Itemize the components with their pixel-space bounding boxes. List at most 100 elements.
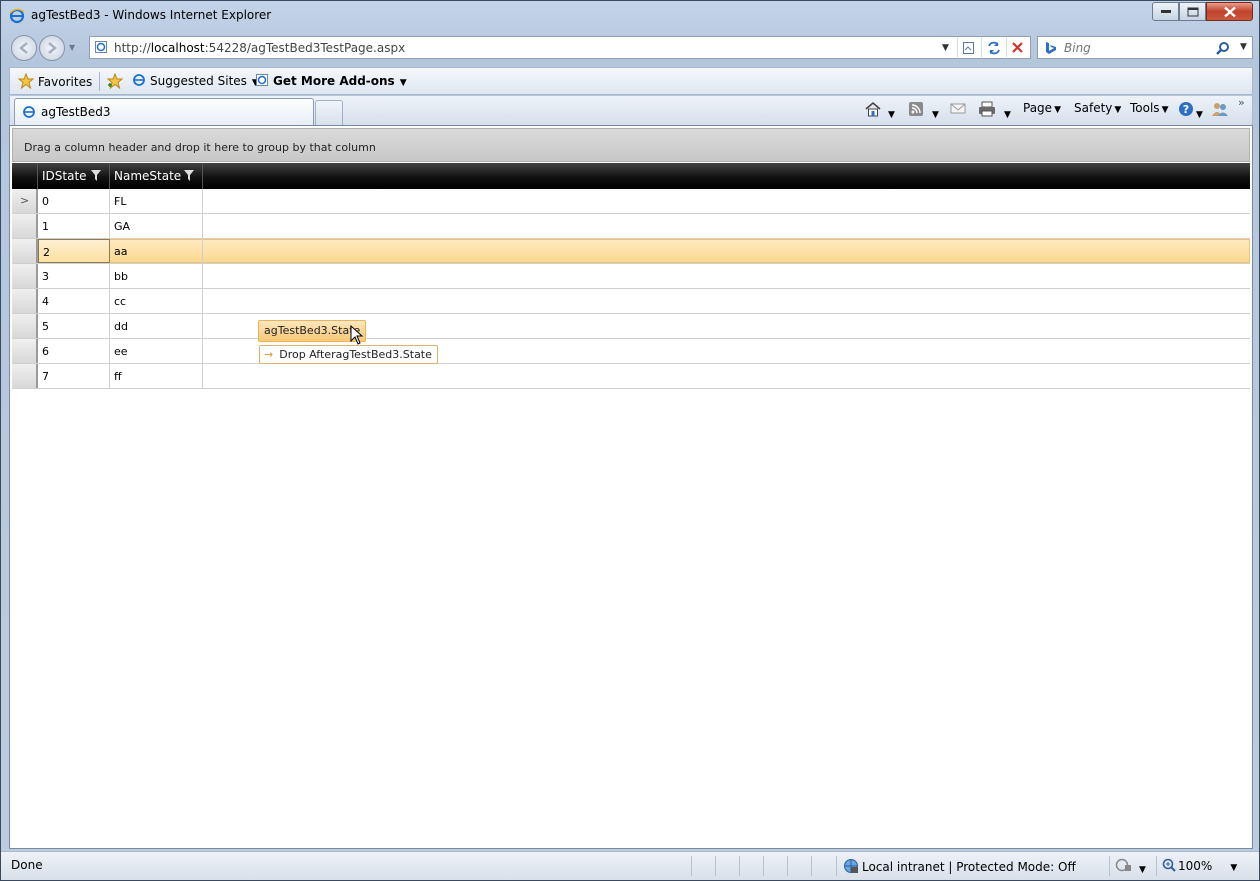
cell-namestate[interactable]: aa — [110, 239, 203, 263]
cell-text: 0 — [42, 195, 49, 208]
url-text[interactable]: http://localhost:54228/agTestBed3TestPag… — [114, 41, 405, 55]
forward-button[interactable] — [39, 35, 65, 61]
cell-namestate[interactable]: ee — [110, 339, 203, 363]
zoom-button[interactable]: 100% ▼ — [1162, 858, 1237, 875]
cell-idstate[interactable]: 5 — [38, 314, 110, 338]
row-indicator[interactable] — [12, 264, 38, 288]
cell-idstate[interactable]: 6 — [38, 339, 110, 363]
cell-namestate[interactable]: dd — [110, 314, 203, 338]
suggested-sites-button[interactable]: Suggested Sites ▼ — [132, 73, 259, 90]
read-mail-button[interactable] — [950, 101, 966, 118]
people-icon — [1211, 103, 1229, 120]
separator — [763, 856, 764, 876]
home-button[interactable]: ▼ — [864, 101, 895, 120]
cell-idstate[interactable]: 4 — [38, 289, 110, 313]
filter-icon[interactable] — [91, 170, 101, 184]
separator — [739, 856, 740, 876]
separator — [1156, 856, 1157, 876]
url-path: :54228/agTestBed3TestPage.aspx — [204, 41, 406, 55]
table-row[interactable]: 7 ff — [12, 364, 1250, 389]
search-icon[interactable] — [1216, 41, 1230, 58]
column-header-idstate[interactable]: IDState — [38, 163, 110, 189]
minimize-button[interactable] — [1152, 2, 1179, 21]
page-content: Drag a column header and drop it here to… — [9, 125, 1253, 849]
filter-icon[interactable] — [184, 170, 194, 184]
forward-arrow-icon — [48, 42, 57, 54]
tools-menu-button[interactable]: Tools ▼ — [1130, 101, 1168, 115]
close-window-button[interactable] — [1206, 2, 1253, 21]
maximize-button[interactable] — [1179, 2, 1206, 21]
cell-namestate[interactable]: bb — [110, 264, 203, 288]
get-more-addons-button[interactable]: Get More Add-ons ▼ — [255, 73, 407, 90]
row-indicator[interactable] — [12, 289, 38, 313]
group-panel-hint: Drag a column header and drop it here to… — [24, 141, 376, 154]
get-more-addons-label: Get More Add-ons — [273, 74, 395, 88]
security-zone[interactable]: Local intranet | Protected Mode: Off — [843, 858, 1076, 877]
cell-text: 2 — [43, 246, 50, 259]
row-indicator[interactable]: > — [12, 189, 38, 213]
print-button[interactable]: ▼ — [978, 101, 1011, 120]
back-arrow-icon — [19, 42, 28, 54]
cell-idstate[interactable]: 3 — [38, 264, 110, 288]
chevron-right-icon[interactable]: » — [1238, 96, 1245, 109]
cell-idstate[interactable]: 2 — [38, 239, 110, 263]
cell-idstate[interactable]: 7 — [38, 364, 110, 388]
cell-idstate[interactable]: 0 — [38, 189, 110, 213]
suggested-sites-label: Suggested Sites — [150, 74, 247, 88]
maximize-icon — [1187, 7, 1198, 16]
feeds-button[interactable]: ▼ — [908, 101, 939, 120]
table-row[interactable]: 3 bb — [12, 264, 1250, 289]
row-indicator[interactable] — [12, 339, 38, 363]
recent-pages-dropdown-icon[interactable]: ▼ — [69, 43, 75, 52]
new-tab-button[interactable] — [315, 100, 343, 125]
search-input[interactable] — [1064, 39, 1214, 56]
address-bar[interactable]: http://localhost:54228/agTestBed3TestPag… — [89, 36, 1031, 59]
arrow-right-icon: → — [264, 348, 274, 361]
favorites-button[interactable]: Favorites — [17, 72, 92, 92]
compatibility-view-button[interactable] — [957, 38, 979, 57]
cell-namestate[interactable]: ff — [110, 364, 203, 388]
table-row[interactable]: > 0 FL — [12, 189, 1250, 214]
row-indicator[interactable] — [12, 314, 38, 338]
selection-highlight — [38, 239, 1250, 263]
stop-button[interactable] — [1006, 38, 1028, 57]
table-row[interactable]: 6 ee — [12, 339, 1250, 364]
row-indicator[interactable] — [12, 214, 38, 238]
cell-text: FL — [114, 195, 127, 208]
table-row-selected[interactable]: 2 aa — [12, 239, 1250, 264]
navigation-bar: ▼ http://localhost:54228/agTestBed3TestP… — [1, 32, 1259, 64]
group-panel[interactable]: Drag a column header and drop it here to… — [12, 128, 1250, 162]
table-row[interactable]: 5 dd — [12, 314, 1250, 339]
refresh-button[interactable] — [981, 38, 1003, 57]
address-dropdown-icon[interactable]: ▼ — [942, 43, 949, 53]
add-to-favorites-bar-button[interactable] — [106, 72, 128, 92]
column-header-namestate[interactable]: NameState — [110, 163, 203, 189]
cell-text: ff — [114, 370, 122, 383]
search-box[interactable]: ▼ — [1037, 36, 1253, 59]
page-menu-button[interactable]: Page ▼ — [1023, 101, 1061, 115]
table-row[interactable]: 1 GA — [12, 214, 1250, 239]
cell-namestate[interactable]: FL — [110, 189, 203, 213]
back-button[interactable] — [11, 35, 37, 61]
drag-item-label: agTestBed3.State — [264, 324, 361, 337]
url-host: localhost — [150, 41, 205, 55]
table-row[interactable]: 4 cc — [12, 289, 1250, 314]
separator — [99, 72, 100, 91]
tab-agtestbed3[interactable]: agTestBed3 — [14, 98, 314, 125]
separator — [836, 856, 837, 876]
rss-icon — [908, 102, 924, 120]
protected-mode-button[interactable]: ▼ — [1115, 858, 1146, 875]
cell-text: aa — [114, 245, 128, 258]
column-header-label: NameState — [114, 169, 182, 183]
ie-logo-icon — [9, 8, 25, 24]
help-menu-button[interactable]: ? ▼ — [1178, 101, 1203, 120]
cell-namestate[interactable]: cc — [110, 289, 203, 313]
row-indicator[interactable] — [12, 239, 38, 263]
row-indicator[interactable] — [12, 364, 38, 388]
cell-text: bb — [114, 270, 128, 283]
research-button[interactable] — [1211, 101, 1229, 120]
cell-idstate[interactable]: 1 — [38, 214, 110, 238]
cell-namestate[interactable]: GA — [110, 214, 203, 238]
safety-menu-button[interactable]: Safety ▼ — [1074, 101, 1121, 115]
search-options-dropdown-icon[interactable]: ▼ — [1240, 42, 1247, 52]
